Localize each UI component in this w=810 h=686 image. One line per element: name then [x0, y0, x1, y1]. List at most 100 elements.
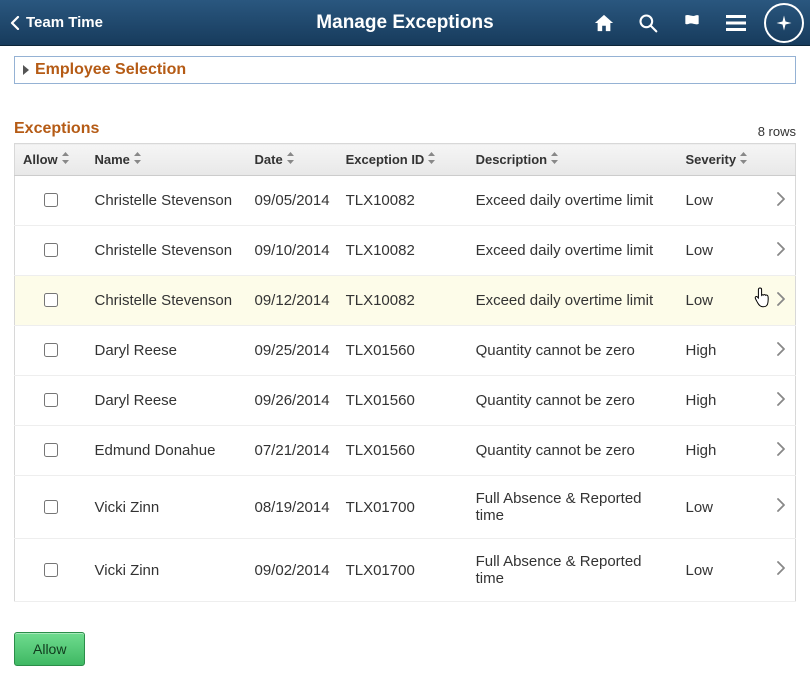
- cell-exception-id: TLX01560: [338, 426, 468, 476]
- table-row[interactable]: Daryl Reese09/26/2014TLX01560Quantity ca…: [15, 376, 796, 426]
- cell-date: 07/21/2014: [247, 426, 338, 476]
- allow-checkbox[interactable]: [44, 443, 58, 457]
- cell-description: Full Absence & Reported time: [468, 476, 678, 539]
- header-actions: [582, 0, 810, 45]
- cell-date: 08/19/2014: [247, 476, 338, 539]
- sort-icon: [550, 152, 559, 167]
- cell-name: Christelle Stevenson: [87, 226, 247, 276]
- cell-severity: Low: [678, 176, 768, 226]
- cell-exception-id: TLX10082: [338, 276, 468, 326]
- home-icon: [593, 13, 615, 33]
- expand-triangle-icon: [21, 64, 31, 76]
- cell-name: Daryl Reese: [87, 376, 247, 426]
- table-row[interactable]: Daryl Reese09/25/2014TLX01560Quantity ca…: [15, 326, 796, 376]
- cell-severity: High: [678, 376, 768, 426]
- col-severity[interactable]: Severity: [686, 152, 760, 167]
- cell-date: 09/26/2014: [247, 376, 338, 426]
- cell-name: Edmund Donahue: [87, 426, 247, 476]
- allow-button[interactable]: Allow: [14, 632, 85, 666]
- table-row[interactable]: Christelle Stevenson09/12/2014TLX10082Ex…: [15, 276, 796, 326]
- chevron-right-icon: [777, 443, 785, 460]
- sort-icon: [61, 152, 70, 167]
- chevron-right-icon: [777, 499, 785, 516]
- allow-checkbox[interactable]: [44, 293, 58, 307]
- allow-checkbox[interactable]: [44, 393, 58, 407]
- table-row[interactable]: Christelle Stevenson09/10/2014TLX10082Ex…: [15, 226, 796, 276]
- chevron-right-icon: [777, 393, 785, 410]
- navigator-button[interactable]: [764, 3, 804, 43]
- chevron-right-icon: [777, 193, 785, 210]
- cell-severity: Low: [678, 539, 768, 602]
- rows-count: 8 rows: [14, 124, 796, 139]
- cell-exception-id: TLX01700: [338, 476, 468, 539]
- allow-checkbox[interactable]: [44, 193, 58, 207]
- cell-exception-id: TLX10082: [338, 176, 468, 226]
- employee-selection-title: Employee Selection: [35, 61, 186, 79]
- cell-name: Christelle Stevenson: [87, 176, 247, 226]
- allow-checkbox[interactable]: [44, 243, 58, 257]
- menu-button[interactable]: [714, 0, 758, 45]
- back-button[interactable]: Team Time: [0, 0, 113, 45]
- cell-description: Exceed daily overtime limit: [468, 276, 678, 326]
- table-row[interactable]: Christelle Stevenson09/05/2014TLX10082Ex…: [15, 176, 796, 226]
- row-detail-button[interactable]: [768, 376, 796, 426]
- col-description[interactable]: Description: [476, 152, 670, 167]
- back-label: Team Time: [26, 14, 103, 31]
- cell-date: 09/05/2014: [247, 176, 338, 226]
- col-exception-id[interactable]: Exception ID: [346, 152, 460, 167]
- cell-description: Exceed daily overtime limit: [468, 226, 678, 276]
- cell-severity: High: [678, 326, 768, 376]
- cell-name: Christelle Stevenson: [87, 276, 247, 326]
- search-button[interactable]: [626, 0, 670, 45]
- sort-icon: [739, 152, 748, 167]
- allow-checkbox[interactable]: [44, 343, 58, 357]
- cell-name: Vicki Zinn: [87, 476, 247, 539]
- cell-date: 09/25/2014: [247, 326, 338, 376]
- table-header-row: Allow Name Date Exception ID Description…: [15, 144, 796, 176]
- row-detail-button[interactable]: [768, 539, 796, 602]
- cell-description: Full Absence & Reported time: [468, 539, 678, 602]
- cell-severity: Low: [678, 476, 768, 539]
- menu-icon: [726, 15, 746, 31]
- table-row[interactable]: Edmund Donahue07/21/2014TLX01560Quantity…: [15, 426, 796, 476]
- col-allow[interactable]: Allow: [23, 152, 79, 167]
- chevron-right-icon: [777, 562, 785, 579]
- cell-date: 09/12/2014: [247, 276, 338, 326]
- row-detail-button[interactable]: [768, 276, 796, 326]
- row-detail-button[interactable]: [768, 326, 796, 376]
- notifications-button[interactable]: [670, 0, 714, 45]
- sort-icon: [286, 152, 295, 167]
- allow-checkbox[interactable]: [44, 500, 58, 514]
- cell-description: Quantity cannot be zero: [468, 426, 678, 476]
- sort-icon: [133, 152, 142, 167]
- flag-icon: [682, 13, 702, 33]
- row-detail-button[interactable]: [768, 426, 796, 476]
- chevron-right-icon: [777, 293, 785, 310]
- cell-exception-id: TLX10082: [338, 226, 468, 276]
- cell-name: Daryl Reese: [87, 326, 247, 376]
- cell-severity: Low: [678, 276, 768, 326]
- compass-icon: [775, 14, 793, 32]
- row-detail-button[interactable]: [768, 476, 796, 539]
- table-row[interactable]: Vicki Zinn09/02/2014TLX01700Full Absence…: [15, 539, 796, 602]
- app-header: Team Time Manage Exceptions: [0, 0, 810, 46]
- row-detail-button[interactable]: [768, 226, 796, 276]
- home-button[interactable]: [582, 0, 626, 45]
- row-detail-button[interactable]: [768, 176, 796, 226]
- allow-checkbox[interactable]: [44, 563, 58, 577]
- chevron-right-icon: [777, 343, 785, 360]
- cell-severity: Low: [678, 226, 768, 276]
- cell-description: Exceed daily overtime limit: [468, 176, 678, 226]
- cell-exception-id: TLX01560: [338, 326, 468, 376]
- employee-selection-groupbox[interactable]: Employee Selection: [14, 56, 796, 84]
- col-name[interactable]: Name: [95, 152, 239, 167]
- cell-date: 09/10/2014: [247, 226, 338, 276]
- cell-name: Vicki Zinn: [87, 539, 247, 602]
- table-row[interactable]: Vicki Zinn08/19/2014TLX01700Full Absence…: [15, 476, 796, 539]
- cell-severity: High: [678, 426, 768, 476]
- search-icon: [638, 13, 658, 33]
- cell-description: Quantity cannot be zero: [468, 376, 678, 426]
- col-date[interactable]: Date: [255, 152, 330, 167]
- cell-exception-id: TLX01700: [338, 539, 468, 602]
- chevron-left-icon: [10, 16, 20, 30]
